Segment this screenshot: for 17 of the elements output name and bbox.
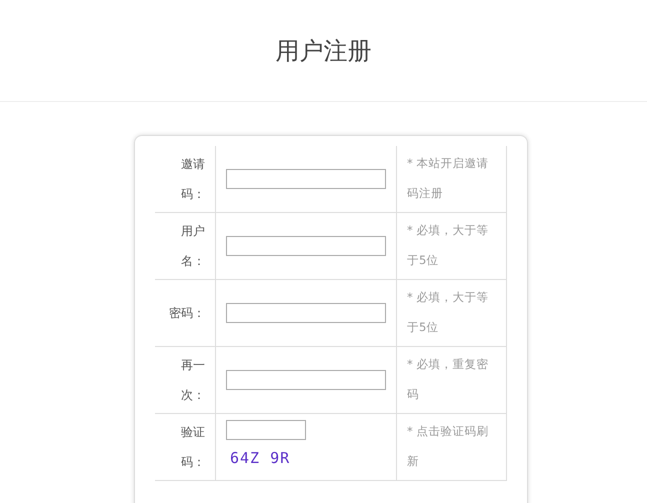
input-field[interactable] <box>226 169 386 189</box>
field-label: 邀请码： <box>181 157 205 201</box>
captcha-field[interactable] <box>226 420 306 440</box>
captcha-image[interactable]: 64Z 9R <box>226 448 294 468</box>
field-hint: * 必填，重复密码 <box>407 357 488 401</box>
input-field[interactable] <box>226 236 386 256</box>
password-field[interactable] <box>226 370 386 390</box>
field-hint: * 必填，大于等于5位 <box>407 223 488 267</box>
field-hint: * 本站开启邀请码注册 <box>407 156 488 200</box>
page-title: 用户注册 <box>276 36 372 66</box>
field-hint: * 必填，大于等于5位 <box>407 290 488 334</box>
field-hint: * 点击验证码刷新 <box>407 424 488 468</box>
field-label: 再一次： <box>181 358 205 402</box>
field-label: 验证码： <box>181 425 205 469</box>
password-field[interactable] <box>226 303 386 323</box>
field-label: 用户名： <box>181 224 205 268</box>
field-label: 密码： <box>169 306 205 320</box>
